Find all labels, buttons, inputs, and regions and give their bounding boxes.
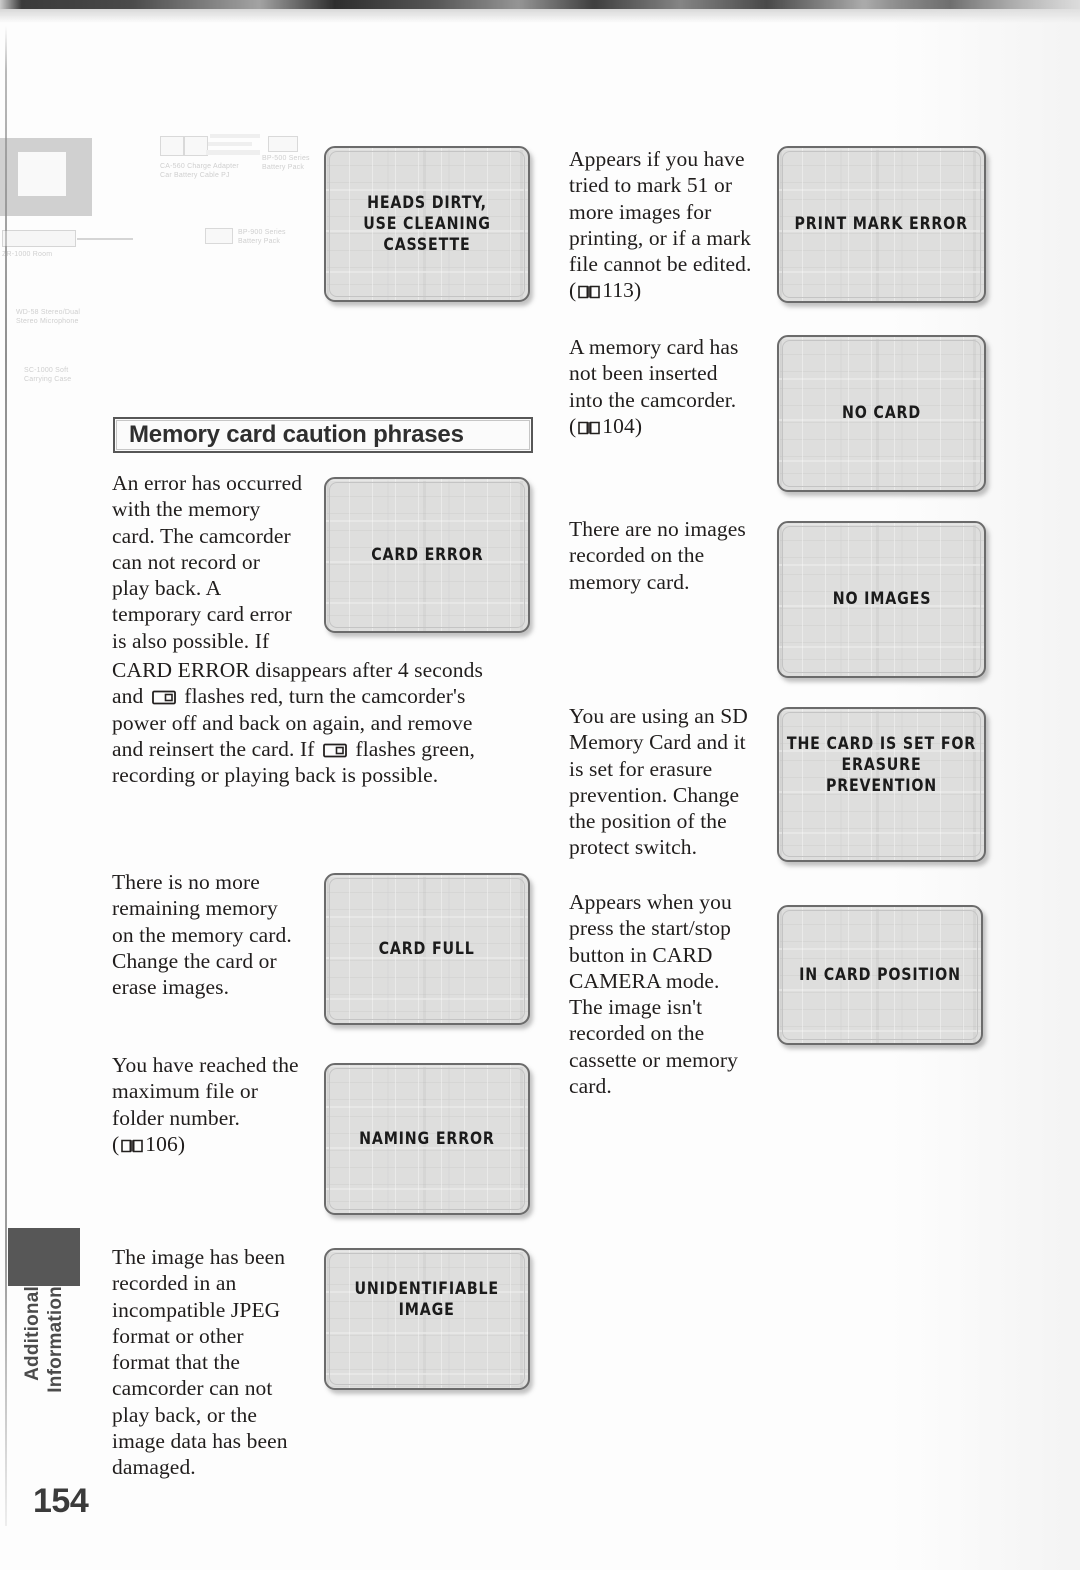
description-card-full: There is no more remaining memory on the…: [112, 870, 292, 1000]
chapter-tab-line-1: Additional: [21, 1286, 43, 1381]
lcd-message-erasure-prevention: THE CARD IS SET FOR ERASURE PREVENTION: [786, 734, 977, 796]
page-reference-book-icon: [578, 284, 601, 299]
description-unidentifiable-image: The image has been recorded in an incomp…: [112, 1245, 288, 1480]
print-mark-error-text-pre: Appears if you have tried to mark 51 or …: [569, 147, 752, 303]
chapter-tab-block: [8, 1228, 80, 1286]
section-heading-text: Memory card caution phrases: [129, 421, 464, 448]
page-reference-book-icon: [578, 420, 601, 435]
lcd-screen-naming-error: NAMING ERROR: [324, 1063, 530, 1215]
naming-error-text-post: 106): [145, 1131, 186, 1156]
chapter-tab-label: Additional Information: [8, 1286, 80, 1436]
description-card-error: An error has occurred with the memory ca…: [112, 471, 303, 653]
lcd-screen-in-card-position: IN CARD POSITION: [777, 905, 983, 1045]
lcd-screen-unidentifiable-image: UNIDENTIFIABLE IMAGE: [324, 1248, 530, 1390]
description-print-mark-error: Appears if you have tried to mark 51 or …: [569, 146, 779, 304]
lcd-message-card-error: CARD ERROR: [370, 544, 484, 565]
section-heading-inner-border: Memory card caution phrases: [116, 420, 530, 450]
lcd-screen-print-mark-error: PRINT MARK ERROR: [777, 146, 986, 303]
memory-card-icon: [151, 690, 176, 705]
description-erasure-prevention: You are using an SD Memory Card and it i…: [569, 704, 748, 860]
lcd-message-heads-dirty: HEADS DIRTY, USE CLEANING CASSETTE: [363, 192, 491, 255]
lcd-message-card-full: CARD FULL: [378, 938, 476, 959]
lcd-message-naming-error: NAMING ERROR: [359, 1128, 495, 1149]
lcd-message-no-card: NO CARD: [841, 403, 922, 423]
lcd-screen-card-full: CARD FULL: [324, 873, 530, 1025]
page-reference-book-icon: [121, 1138, 144, 1153]
lcd-message-unidentifiable-image: UNIDENTIFIABLE IMAGE: [354, 1279, 500, 1320]
lcd-message-in-card-position: IN CARD POSITION: [799, 964, 961, 985]
section-heading-box: Memory card caution phrases: [113, 417, 533, 453]
print-mark-error-text-post: 113): [602, 278, 642, 303]
lcd-screen-heads-dirty: HEADS DIRTY, USE CLEANING CASSETTE: [324, 146, 530, 302]
binding-gutter-line: [5, 26, 7, 1526]
no-card-text-post: 104): [602, 413, 643, 438]
lcd-message-print-mark-error: PRINT MARK ERROR: [794, 214, 969, 234]
description-card-error-continued: CARD ERROR disappears after 4 seconds an…: [112, 657, 542, 788]
lcd-screen-no-card: NO CARD: [777, 335, 986, 492]
description-no-card: A memory card has not been inserted into…: [569, 334, 779, 439]
memory-card-icon: [323, 743, 347, 758]
description-no-images: There are no images recorded on the memo…: [569, 517, 746, 594]
description-in-card-position: Appears when you press the start/stop bu…: [569, 890, 738, 1099]
description-naming-error: You have reached the maximum file or fol…: [112, 1052, 344, 1157]
lcd-screen-erasure-prevention: THE CARD IS SET FOR ERASURE PREVENTION: [777, 707, 986, 862]
lcd-screen-card-error: CARD ERROR: [324, 477, 530, 633]
lcd-screen-no-images: NO IMAGES: [777, 521, 986, 678]
page-number: 154: [33, 1482, 89, 1520]
lcd-message-no-images: NO IMAGES: [832, 589, 931, 609]
chapter-tab-line-2: Information: [44, 1286, 66, 1393]
scan-edge-artifact: [0, 0, 1080, 23]
